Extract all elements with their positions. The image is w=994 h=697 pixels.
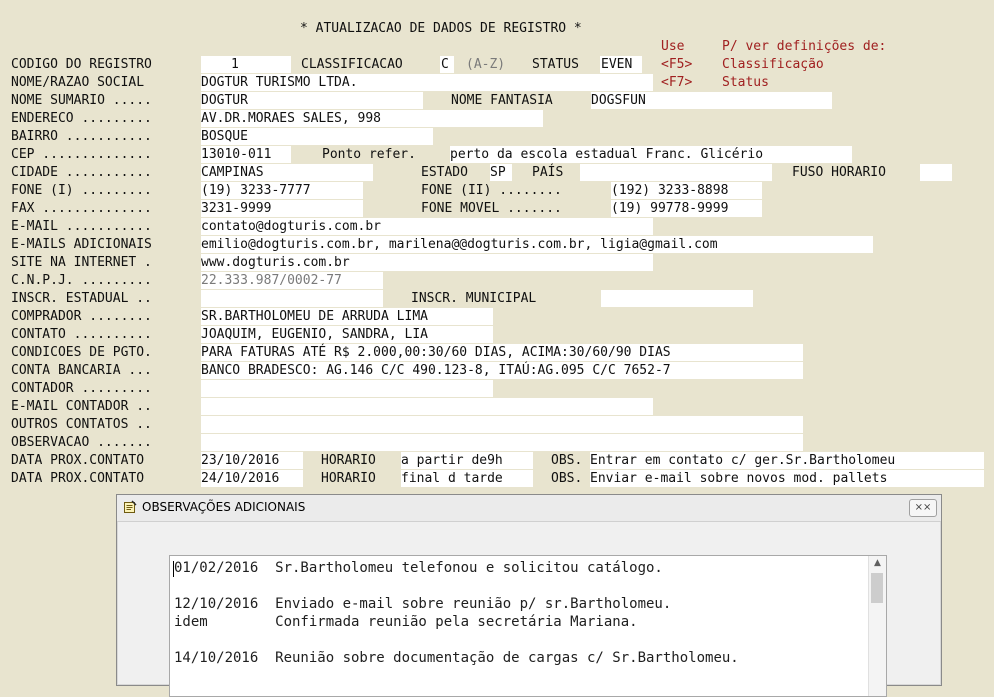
conta-bancaria-label: CONTA BANCARIA ... <box>11 363 152 378</box>
email-field[interactable]: contato@dogturis.com.br <box>201 218 653 235</box>
emails-adicionais-field[interactable]: emilio@dogturis.com.br, marilena@@dogtur… <box>201 236 873 253</box>
codigo-label: CODIGO DO REGISTRO <box>11 57 152 72</box>
endereco-field[interactable]: AV.DR.MORAES SALES, 998 <box>201 110 543 127</box>
nome-label: NOME/RAZAO SOCIAL <box>11 75 145 90</box>
obs-line-2: 12/10/2016 Enviado e-mail sobre reunião … <box>174 596 672 612</box>
obs-line-4: 14/10/2016 Reunião sobre documentação de… <box>174 650 739 666</box>
fuso-field[interactable] <box>920 164 952 181</box>
horario-2-label: HORARIO <box>321 471 376 486</box>
cidade-field[interactable]: CAMPINAS <box>201 164 373 181</box>
email-contador-field[interactable] <box>201 398 653 415</box>
classificacao-field[interactable]: C <box>440 56 454 73</box>
classificacao-label: CLASSIFICACAO <box>301 57 403 72</box>
site-label: SITE NA INTERNET . <box>11 255 152 270</box>
help-f7-label: Status <box>722 75 769 90</box>
email-contador-label: E-MAIL CONTADOR .. <box>11 399 152 414</box>
outros-contatos-field[interactable] <box>201 416 803 433</box>
movel-label: FONE MOVEL ....... <box>421 201 562 216</box>
cidade-label: CIDADE ........... <box>11 165 152 180</box>
screen-title: * ATUALIZACAO DE DADOS DE REGISTRO * <box>300 21 582 36</box>
observacao-label: OBSERVACAO ....... <box>11 435 152 450</box>
obs-line-1: 01/02/2016 Sr.Bartholomeu telefonou e so… <box>174 560 663 576</box>
outros-contatos-label: OUTROS CONTATOS .. <box>11 417 152 432</box>
close-icon: ⨯⨯ <box>914 502 932 513</box>
contato-label: CONTATO .......... <box>11 327 152 342</box>
fone2-label: FONE (II) ........ <box>421 183 562 198</box>
data-prox-contato-2-field[interactable]: 24/10/2016 <box>201 470 303 487</box>
data-prox-contato-1-field[interactable]: 23/10/2016 <box>201 452 303 469</box>
comprador-label: COMPRADOR ........ <box>11 309 152 324</box>
conta-bancaria-field[interactable]: BANCO BRADESCO: AG.146 C/C 490.123-8, IT… <box>201 362 803 379</box>
fone1-field[interactable]: (19) 3233-7777 <box>201 182 363 199</box>
data-prox-contato-1-label: DATA PROX.CONTATO <box>11 453 145 468</box>
inscr-estadual-field[interactable] <box>201 290 383 307</box>
ponto-ref-label: Ponto refer. <box>322 147 416 162</box>
notepad-icon <box>124 500 137 513</box>
contato-field[interactable]: JOAQUIM, EUGENIO, SANDRA, LIA <box>201 326 493 343</box>
fax-label: FAX .............. <box>11 201 152 216</box>
inscr-estadual-label: INSCR. ESTADUAL .. <box>11 291 152 306</box>
obs-1-label: OBS. <box>551 453 583 468</box>
status-label: STATUS <box>532 57 579 72</box>
help-f7-key: <F7> <box>661 75 693 90</box>
bairro-field[interactable]: BOSQUE <box>201 128 433 145</box>
cnpj-label: C.N.P.J. ......... <box>11 273 152 288</box>
inscr-municipal-label: INSCR. MUNICIPAL <box>411 291 537 306</box>
nome-field[interactable]: DOGTUR TURISMO LTDA. <box>201 74 653 91</box>
contador-field[interactable] <box>201 380 493 397</box>
sumario-field[interactable]: DOGTUR <box>201 92 423 109</box>
scroll-thumb[interactable] <box>871 573 883 603</box>
dialog-close-button[interactable]: ⨯⨯ <box>909 499 937 517</box>
estado-field[interactable]: SP <box>490 164 512 181</box>
contador-label: CONTADOR ......... <box>11 381 152 396</box>
classificacao-hint: (A-Z) <box>466 57 506 72</box>
fuso-label: FUSO HORARIO <box>792 165 886 180</box>
dialog-title: OBSERVAÇÕES ADICIONAIS <box>142 500 306 514</box>
emails-adicionais-label: E-MAILS ADICIONAIS <box>11 237 152 252</box>
inscr-municipal-field[interactable] <box>601 290 753 307</box>
cnpj-field[interactable]: 22.333.987/0002-77 <box>201 272 383 289</box>
sumario-label: NOME SUMARIO ..... <box>11 93 152 108</box>
fantasia-label: NOME FANTASIA <box>451 93 553 108</box>
observacoes-dialog: OBSERVAÇÕES ADICIONAIS ⨯⨯ 01/02/2016 Sr.… <box>116 494 942 697</box>
vertical-scrollbar[interactable]: ▲ <box>868 556 886 696</box>
movel-field[interactable]: (19) 99778-9999 <box>611 200 762 217</box>
codigo-value: 1 <box>231 57 239 72</box>
observacoes-textarea[interactable]: 01/02/2016 Sr.Bartholomeu telefonou e so… <box>169 555 887 697</box>
obs-2-field[interactable]: Enviar e-mail sobre novos mod. pallets <box>590 470 984 487</box>
condicoes-pgto-field[interactable]: PARA FATURAS ATÉ R$ 2.000,00:30/60 DIAS,… <box>201 344 803 361</box>
bairro-label: BAIRRO ........... <box>11 129 152 144</box>
observacao-field[interactable] <box>201 434 803 451</box>
horario-1-label: HORARIO <box>321 453 376 468</box>
status-field[interactable]: EVEN <box>600 56 642 73</box>
obs-2-label: OBS. <box>551 471 583 486</box>
help-f5-key: <F5> <box>661 57 693 72</box>
fone2-field[interactable]: (192) 3233-8898 <box>611 182 762 199</box>
fantasia-field[interactable]: DOGSFUN <box>591 92 832 109</box>
scroll-up-arrow-icon[interactable]: ▲ <box>869 558 886 572</box>
fone1-label: FONE (I) ......... <box>11 183 152 198</box>
horario-1-field[interactable]: a partir de9h <box>401 452 533 469</box>
ponto-ref-field[interactable]: perto da escola estadual Franc. Glicério <box>450 146 852 163</box>
pais-label: PAÍS <box>532 165 564 180</box>
condicoes-pgto-label: CONDICOES DE PGTO. <box>11 345 152 360</box>
horario-2-field[interactable]: final d tarde <box>401 470 533 487</box>
data-prox-contato-2-label: DATA PROX.CONTATO <box>11 471 145 486</box>
site-field[interactable]: www.dogturis.com.br <box>201 254 653 271</box>
endereco-label: ENDERECO ......... <box>11 111 152 126</box>
help-use: Use <box>661 39 685 54</box>
codigo-field[interactable]: 1 <box>201 56 291 73</box>
dialog-title-bar[interactable]: OBSERVAÇÕES ADICIONAIS ⨯⨯ <box>117 495 941 522</box>
estado-label: ESTADO <box>421 165 468 180</box>
cep-field[interactable]: 13010-011 <box>201 146 291 163</box>
fax-field[interactable]: 3231-9999 <box>201 200 363 217</box>
obs-1-field[interactable]: Entrar em contato c/ ger.Sr.Bartholomeu <box>590 452 984 469</box>
obs-line-3: idem Confirmada reunião pela secretária … <box>174 614 638 630</box>
email-label: E-MAIL ........... <box>11 219 152 234</box>
help-f5-label: Classificação <box>722 57 824 72</box>
pais-field[interactable] <box>580 164 772 181</box>
comprador-field[interactable]: SR.BARTHOLOMEU DE ARRUDA LIMA <box>201 308 493 325</box>
cep-label: CEP .............. <box>11 147 152 162</box>
help-definitions: P/ ver definições de: <box>722 39 887 54</box>
